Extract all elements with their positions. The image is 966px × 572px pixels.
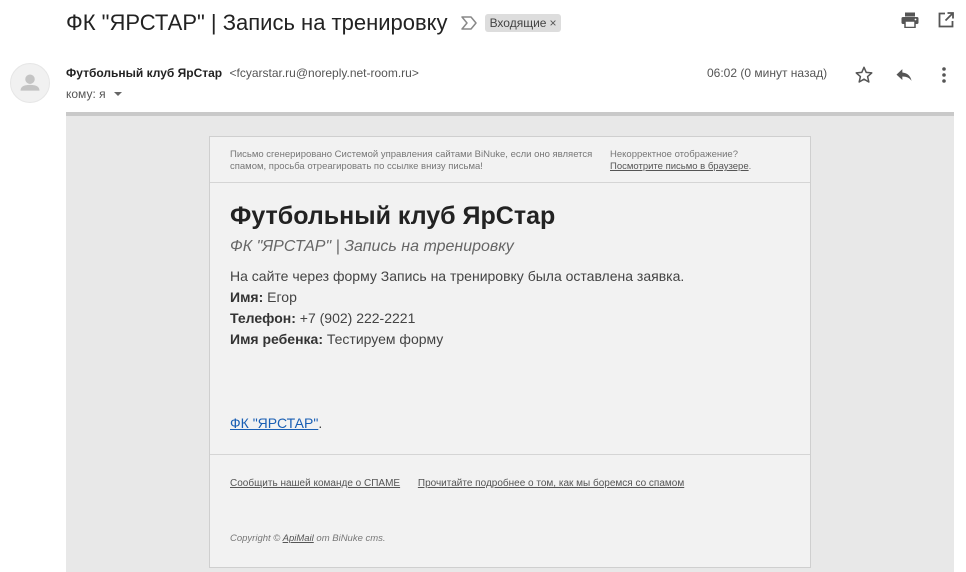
- email-card: Письмо сгенерировано Системой управления…: [209, 136, 811, 568]
- more-vert-icon[interactable]: [933, 64, 955, 86]
- view-in-browser-line: Посмотрите письмо в браузере.: [610, 161, 800, 173]
- email-subtitle: ФК "ЯРСТАР" | Запись на тренировку: [230, 238, 514, 255]
- signature-link[interactable]: ФК "ЯРСТАР": [230, 415, 318, 431]
- recipient-text: кому: я: [66, 87, 106, 101]
- field-child-name: Имя ребенка: Тестируем форму: [230, 329, 790, 350]
- importance-marker-icon[interactable]: [460, 16, 478, 30]
- field-value: +7 (902) 222-2221: [299, 310, 416, 326]
- print-icon[interactable]: [900, 10, 920, 30]
- sender-line: Футбольный клуб ЯрСтар <fcyarstar.ru@nor…: [66, 66, 419, 80]
- copyright: Copyright © ApiMail от BiNuke cms.: [230, 533, 386, 544]
- recipient-details-chevron-down-icon[interactable]: [113, 92, 122, 96]
- field-value: Тестируем форму: [326, 331, 444, 347]
- field-phone: Телефон: +7 (902) 222-2221: [230, 308, 790, 329]
- spam-links: Сообщить нашей команде о СПАМЕ Прочитайт…: [230, 478, 699, 489]
- sender-name[interactable]: Футбольный клуб ЯрСтар: [66, 66, 222, 80]
- open-in-new-window-icon[interactable]: [936, 10, 956, 30]
- view-in-browser-link[interactable]: Посмотрите письмо в браузере: [610, 161, 749, 172]
- copyright-prefix: Copyright ©: [230, 533, 281, 544]
- reply-icon[interactable]: [893, 64, 915, 86]
- view-in-browser-dot: .: [748, 161, 752, 172]
- signature-dot: .: [318, 415, 323, 431]
- message-time: 06:02 (0 минут назад): [707, 66, 828, 80]
- report-spam-link[interactable]: Сообщить нашей команде о СПАМЕ: [230, 478, 400, 489]
- pre-header: Письмо сгенерировано Системой управления…: [210, 137, 810, 183]
- email-title: Футбольный клуб ЯрСтар: [230, 202, 556, 230]
- email-content: Футбольный клуб ЯрСтар ФК "ЯРСТАР" | Зап…: [230, 201, 790, 350]
- pre-header-browser-view: Некорректное отображение? Посмотрите пис…: [610, 149, 800, 173]
- footer-divider: [210, 454, 810, 455]
- field-label: Имя ребенка:: [230, 331, 323, 347]
- label-inbox-chip[interactable]: Входящие ×: [484, 14, 562, 32]
- incorrect-display-text: Некорректное отображение?: [610, 149, 738, 160]
- top-actions: [900, 10, 956, 30]
- label-inbox-text: Входящие: [489, 16, 547, 30]
- apimail-link[interactable]: ApiMail: [283, 533, 314, 544]
- message-actions: [853, 64, 955, 86]
- email-body-area: Письмо сгенерировано Системой управления…: [66, 112, 954, 572]
- sender-email: <fcyarstar.ru@noreply.net-room.ru>: [229, 66, 419, 80]
- pre-header-notice: Письмо сгенерировано Системой управления…: [230, 149, 593, 172]
- field-label: Имя:: [230, 289, 264, 305]
- remove-label-button[interactable]: ×: [549, 16, 556, 30]
- recipient-line[interactable]: кому: я: [66, 87, 122, 101]
- signature: ФК "ЯРСТАР".: [230, 415, 322, 431]
- copyright-suffix: от BiNuke cms.: [316, 533, 386, 544]
- spam-info-link[interactable]: Прочитайте подробнее о том, как мы борем…: [418, 478, 684, 489]
- field-name: Имя: Егор: [230, 287, 790, 308]
- subject-row: ФК "ЯРСТАР" | Запись на тренировку Входя…: [66, 8, 562, 38]
- field-label: Телефон:: [230, 310, 296, 326]
- email-subject: ФК "ЯРСТАР" | Запись на тренировку: [66, 10, 448, 35]
- default-avatar-icon[interactable]: [10, 63, 50, 103]
- field-value: Егор: [267, 289, 297, 305]
- email-intro: На сайте через форму Запись на тренировк…: [230, 268, 685, 284]
- star-icon[interactable]: [853, 64, 875, 86]
